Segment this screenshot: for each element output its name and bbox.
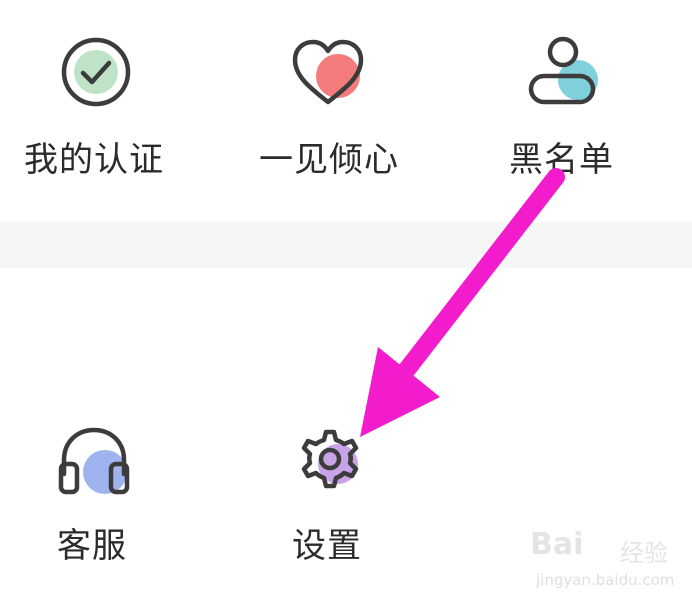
menu-label-blacklist: 黑名单 (509, 140, 614, 180)
baidu-watermark: Bai 经验 jingyan.baidu.com (530, 527, 680, 597)
menu-item-blacklist[interactable]: 黑名单 (505, 36, 665, 180)
menu-item-crush[interactable]: 一见倾心 (255, 36, 415, 180)
watermark-url: jingyan.baidu.com (536, 571, 675, 589)
watermark-sub: 经验 (620, 539, 668, 567)
menu-item-customer-service[interactable]: 客服 (55, 422, 165, 566)
gear-icon (301, 429, 359, 489)
menu-item-settings[interactable]: 设置 (290, 422, 400, 566)
watermark-brand: Bai (530, 527, 584, 562)
menu-item-verification[interactable]: 我的认证 (20, 36, 180, 180)
section-divider (0, 222, 692, 268)
menu-label-verification: 我的认证 (24, 140, 164, 180)
blacklist-user-icon (528, 36, 598, 105)
menu-label-settings: 设置 (292, 526, 362, 566)
menu-label-crush: 一见倾心 (259, 140, 399, 180)
heart-icon (292, 39, 364, 105)
menu-label-customer-service: 客服 (57, 526, 127, 566)
headphones-icon (58, 427, 130, 495)
verified-check-icon (61, 37, 131, 107)
